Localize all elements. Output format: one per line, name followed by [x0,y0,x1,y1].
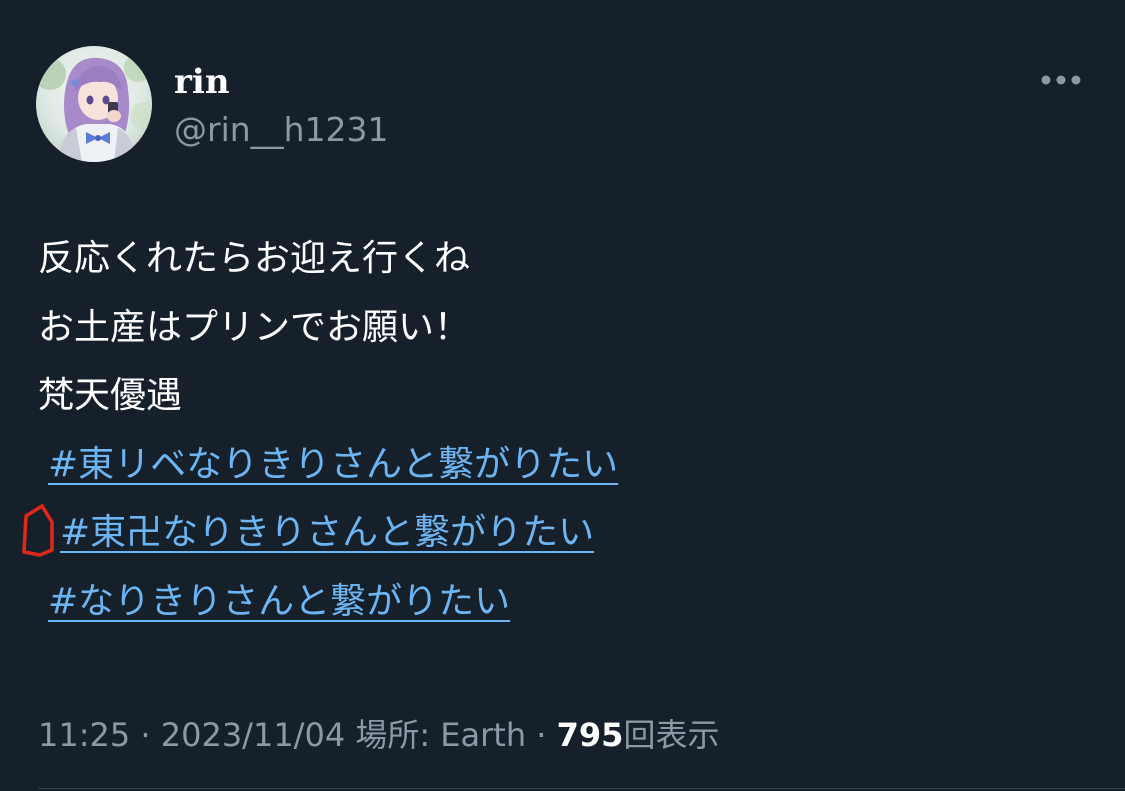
avatar[interactable] [36,46,152,162]
tweet-date[interactable]: 2023/11/04 [161,716,345,754]
hashtag-link[interactable]: #なりきりさんと繋がりたい [48,580,510,624]
tweet-text-line: 反応くれたらお迎え行くね [38,238,471,279]
hashtag-link[interactable]: #東卍なりきりさんと繋がりたい [60,511,594,555]
tweet-location: 場所: Earth [345,716,527,754]
author-display-name[interactable]: rin [174,60,230,104]
meta-separator: · [526,716,557,754]
red-annotation-mark [22,504,54,557]
more-horizontal-icon [1041,75,1081,85]
author-handle[interactable]: @rin__h1231 [174,110,389,150]
views-count[interactable]: 795 [557,716,624,754]
more-options-button[interactable] [1032,62,1092,98]
tweet-text-line: 梵天優遇 [38,375,183,416]
tweet-meta: 11:25 · 2023/11/04 場所: Earth · 795回表示 [38,714,719,756]
divider [38,788,1125,789]
views-label: 回表示 [623,716,720,754]
hashtag-link[interactable]: #東リベなりきりさんと繋がりたい [48,443,618,487]
tweet-time[interactable]: 11:25 [38,716,130,754]
meta-separator: · [130,716,161,754]
tweet-text-line: お土産はプリンでお願い！ [38,307,471,348]
avatar-image [36,46,152,162]
